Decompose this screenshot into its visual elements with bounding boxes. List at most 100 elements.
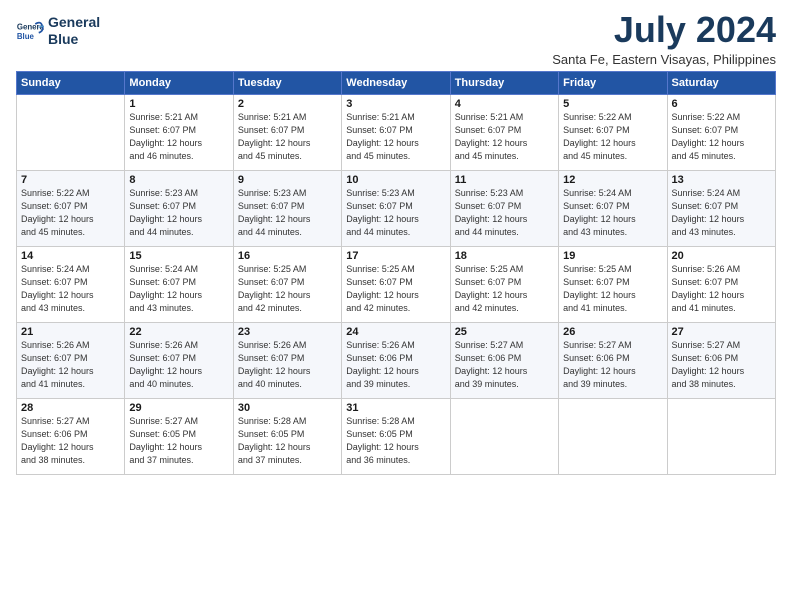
calendar-cell: 26Sunrise: 5:27 AM Sunset: 6:06 PM Dayli… — [559, 322, 667, 398]
day-number: 30 — [238, 402, 337, 414]
day-number: 27 — [672, 326, 771, 338]
calendar-cell: 12Sunrise: 5:24 AM Sunset: 6:07 PM Dayli… — [559, 170, 667, 246]
day-info: Sunrise: 5:27 AM Sunset: 6:05 PM Dayligh… — [129, 415, 228, 467]
calendar-cell: 8Sunrise: 5:23 AM Sunset: 6:07 PM Daylig… — [125, 170, 233, 246]
day-number: 7 — [21, 174, 120, 186]
calendar-cell: 17Sunrise: 5:25 AM Sunset: 6:07 PM Dayli… — [342, 246, 450, 322]
calendar-cell: 2Sunrise: 5:21 AM Sunset: 6:07 PM Daylig… — [233, 94, 341, 170]
day-number: 19 — [563, 250, 662, 262]
day-info: Sunrise: 5:24 AM Sunset: 6:07 PM Dayligh… — [563, 187, 662, 239]
calendar-cell: 6Sunrise: 5:22 AM Sunset: 6:07 PM Daylig… — [667, 94, 775, 170]
day-number: 18 — [455, 250, 554, 262]
day-info: Sunrise: 5:28 AM Sunset: 6:05 PM Dayligh… — [346, 415, 445, 467]
calendar-cell: 18Sunrise: 5:25 AM Sunset: 6:07 PM Dayli… — [450, 246, 558, 322]
day-info: Sunrise: 5:21 AM Sunset: 6:07 PM Dayligh… — [238, 111, 337, 163]
calendar-cell: 16Sunrise: 5:25 AM Sunset: 6:07 PM Dayli… — [233, 246, 341, 322]
weekday-header-thursday: Thursday — [450, 71, 558, 94]
weekday-header-friday: Friday — [559, 71, 667, 94]
day-number: 24 — [346, 326, 445, 338]
logo-text-line2: Blue — [48, 31, 100, 48]
calendar-cell: 1Sunrise: 5:21 AM Sunset: 6:07 PM Daylig… — [125, 94, 233, 170]
logo: General Blue General Blue — [16, 14, 100, 48]
day-number: 16 — [238, 250, 337, 262]
day-info: Sunrise: 5:27 AM Sunset: 6:06 PM Dayligh… — [455, 339, 554, 391]
day-number: 15 — [129, 250, 228, 262]
day-number: 26 — [563, 326, 662, 338]
calendar-cell: 15Sunrise: 5:24 AM Sunset: 6:07 PM Dayli… — [125, 246, 233, 322]
day-info: Sunrise: 5:24 AM Sunset: 6:07 PM Dayligh… — [21, 263, 120, 315]
day-info: Sunrise: 5:24 AM Sunset: 6:07 PM Dayligh… — [129, 263, 228, 315]
weekday-header-sunday: Sunday — [17, 71, 125, 94]
day-info: Sunrise: 5:21 AM Sunset: 6:07 PM Dayligh… — [455, 111, 554, 163]
day-info: Sunrise: 5:26 AM Sunset: 6:07 PM Dayligh… — [21, 339, 120, 391]
day-info: Sunrise: 5:26 AM Sunset: 6:07 PM Dayligh… — [238, 339, 337, 391]
day-info: Sunrise: 5:23 AM Sunset: 6:07 PM Dayligh… — [346, 187, 445, 239]
calendar-cell — [450, 398, 558, 474]
calendar-cell: 7Sunrise: 5:22 AM Sunset: 6:07 PM Daylig… — [17, 170, 125, 246]
day-info: Sunrise: 5:26 AM Sunset: 6:06 PM Dayligh… — [346, 339, 445, 391]
day-number: 25 — [455, 326, 554, 338]
day-info: Sunrise: 5:21 AM Sunset: 6:07 PM Dayligh… — [346, 111, 445, 163]
day-number: 9 — [238, 174, 337, 186]
calendar-cell — [667, 398, 775, 474]
week-row-2: 7Sunrise: 5:22 AM Sunset: 6:07 PM Daylig… — [17, 170, 776, 246]
day-number: 14 — [21, 250, 120, 262]
logo-icon: General Blue — [16, 17, 44, 45]
calendar-table: SundayMondayTuesdayWednesdayThursdayFrid… — [16, 71, 776, 475]
logo-text-line1: General — [48, 14, 100, 31]
calendar-cell: 23Sunrise: 5:26 AM Sunset: 6:07 PM Dayli… — [233, 322, 341, 398]
week-row-3: 14Sunrise: 5:24 AM Sunset: 6:07 PM Dayli… — [17, 246, 776, 322]
day-info: Sunrise: 5:21 AM Sunset: 6:07 PM Dayligh… — [129, 111, 228, 163]
day-info: Sunrise: 5:25 AM Sunset: 6:07 PM Dayligh… — [346, 263, 445, 315]
calendar-cell: 27Sunrise: 5:27 AM Sunset: 6:06 PM Dayli… — [667, 322, 775, 398]
day-info: Sunrise: 5:28 AM Sunset: 6:05 PM Dayligh… — [238, 415, 337, 467]
day-number: 1 — [129, 98, 228, 110]
day-number: 20 — [672, 250, 771, 262]
calendar-cell: 3Sunrise: 5:21 AM Sunset: 6:07 PM Daylig… — [342, 94, 450, 170]
day-info: Sunrise: 5:25 AM Sunset: 6:07 PM Dayligh… — [563, 263, 662, 315]
calendar-cell — [559, 398, 667, 474]
day-number: 3 — [346, 98, 445, 110]
day-number: 11 — [455, 174, 554, 186]
weekday-header-monday: Monday — [125, 71, 233, 94]
day-number: 28 — [21, 402, 120, 414]
day-number: 12 — [563, 174, 662, 186]
calendar-cell: 21Sunrise: 5:26 AM Sunset: 6:07 PM Dayli… — [17, 322, 125, 398]
month-year-title: July 2024 — [552, 10, 776, 50]
day-number: 17 — [346, 250, 445, 262]
calendar-cell: 9Sunrise: 5:23 AM Sunset: 6:07 PM Daylig… — [233, 170, 341, 246]
week-row-4: 21Sunrise: 5:26 AM Sunset: 6:07 PM Dayli… — [17, 322, 776, 398]
calendar-cell: 28Sunrise: 5:27 AM Sunset: 6:06 PM Dayli… — [17, 398, 125, 474]
day-info: Sunrise: 5:23 AM Sunset: 6:07 PM Dayligh… — [238, 187, 337, 239]
day-number: 21 — [21, 326, 120, 338]
day-number: 29 — [129, 402, 228, 414]
calendar-cell: 31Sunrise: 5:28 AM Sunset: 6:05 PM Dayli… — [342, 398, 450, 474]
calendar-cell: 20Sunrise: 5:26 AM Sunset: 6:07 PM Dayli… — [667, 246, 775, 322]
calendar-cell — [17, 94, 125, 170]
day-number: 8 — [129, 174, 228, 186]
calendar-cell: 4Sunrise: 5:21 AM Sunset: 6:07 PM Daylig… — [450, 94, 558, 170]
day-number: 23 — [238, 326, 337, 338]
day-info: Sunrise: 5:25 AM Sunset: 6:07 PM Dayligh… — [238, 263, 337, 315]
svg-text:Blue: Blue — [17, 32, 35, 41]
day-info: Sunrise: 5:23 AM Sunset: 6:07 PM Dayligh… — [455, 187, 554, 239]
day-info: Sunrise: 5:26 AM Sunset: 6:07 PM Dayligh… — [129, 339, 228, 391]
calendar-cell: 22Sunrise: 5:26 AM Sunset: 6:07 PM Dayli… — [125, 322, 233, 398]
week-row-1: 1Sunrise: 5:21 AM Sunset: 6:07 PM Daylig… — [17, 94, 776, 170]
day-number: 31 — [346, 402, 445, 414]
day-info: Sunrise: 5:26 AM Sunset: 6:07 PM Dayligh… — [672, 263, 771, 315]
calendar-cell: 24Sunrise: 5:26 AM Sunset: 6:06 PM Dayli… — [342, 322, 450, 398]
calendar-cell: 14Sunrise: 5:24 AM Sunset: 6:07 PM Dayli… — [17, 246, 125, 322]
weekday-header-saturday: Saturday — [667, 71, 775, 94]
calendar-cell: 29Sunrise: 5:27 AM Sunset: 6:05 PM Dayli… — [125, 398, 233, 474]
week-row-5: 28Sunrise: 5:27 AM Sunset: 6:06 PM Dayli… — [17, 398, 776, 474]
calendar-cell: 13Sunrise: 5:24 AM Sunset: 6:07 PM Dayli… — [667, 170, 775, 246]
title-block: July 2024 Santa Fe, Eastern Visayas, Phi… — [552, 10, 776, 67]
day-info: Sunrise: 5:22 AM Sunset: 6:07 PM Dayligh… — [672, 111, 771, 163]
day-info: Sunrise: 5:22 AM Sunset: 6:07 PM Dayligh… — [21, 187, 120, 239]
header: General Blue General Blue July 2024 Sant… — [16, 10, 776, 67]
page-container: General Blue General Blue July 2024 Sant… — [0, 0, 792, 485]
day-number: 10 — [346, 174, 445, 186]
day-number: 2 — [238, 98, 337, 110]
day-info: Sunrise: 5:27 AM Sunset: 6:06 PM Dayligh… — [563, 339, 662, 391]
